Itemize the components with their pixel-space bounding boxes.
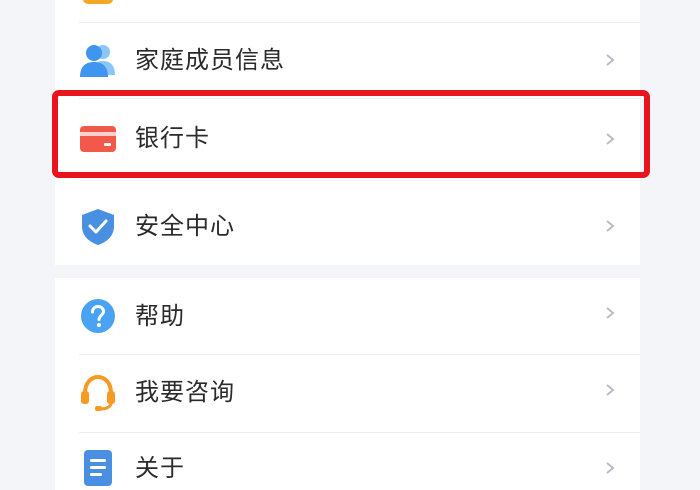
help-question-icon xyxy=(81,299,115,333)
security-shield-icon xyxy=(82,209,114,245)
document-icon xyxy=(84,450,112,486)
list-item-label: 我要咨询 xyxy=(135,378,235,406)
chevron-right-icon xyxy=(606,384,615,396)
chevron-right-icon xyxy=(606,220,615,232)
bank-card-icon xyxy=(80,126,116,152)
chevron-right-icon xyxy=(606,133,615,145)
settings-card-bottom: 帮助 我要咨询 关于 xyxy=(55,278,640,490)
list-item-bank-card[interactable]: 银行卡 xyxy=(55,99,640,179)
settings-card-top: 家庭成员信息 银行卡 安全中心 xyxy=(55,0,640,265)
list-item-label: 银行卡 xyxy=(135,124,210,152)
list-item-help[interactable]: 帮助 xyxy=(55,278,640,354)
list-item-consult[interactable]: 我要咨询 xyxy=(55,355,640,432)
chevron-right-icon xyxy=(606,462,615,474)
chevron-right-icon xyxy=(606,54,615,66)
list-item-family-members[interactable]: 家庭成员信息 xyxy=(55,23,640,98)
partial-item-icon xyxy=(83,0,113,4)
family-members-icon xyxy=(80,45,115,77)
list-item-label: 家庭成员信息 xyxy=(135,46,285,74)
list-item-security-center[interactable]: 安全中心 xyxy=(55,181,640,265)
list-item-about[interactable]: 关于 xyxy=(55,433,640,490)
list-item-label: 关于 xyxy=(135,454,185,482)
chevron-right-icon xyxy=(606,307,615,319)
list-item-label: 帮助 xyxy=(135,302,185,330)
list-item-label: 安全中心 xyxy=(135,212,235,240)
previous-list-item-partial[interactable] xyxy=(55,0,640,22)
headset-icon xyxy=(81,374,115,411)
